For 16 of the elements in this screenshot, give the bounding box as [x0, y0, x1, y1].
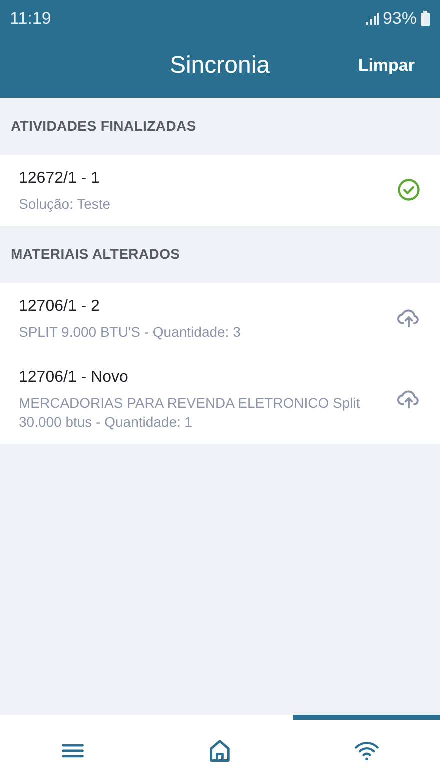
- item-subtitle: SPLIT 9.000 BTU'S - Quantidade: 3: [19, 322, 242, 342]
- check-circle-icon: [396, 177, 422, 204]
- section-title: ATIVIDADES FINALIZADAS: [11, 117, 196, 136]
- signal-icon: [366, 12, 379, 25]
- item-title: 12706/1 - Novo: [19, 368, 130, 388]
- battery-level: 93%: [382, 8, 417, 30]
- item-subtitle: MERCADORIAS PARA REVENDA ELETRONICO Split 30.000 btus - Quantidade: 1: [19, 394, 362, 432]
- clear-button[interactable]: Limpar: [358, 53, 415, 78]
- battery-icon: [421, 11, 430, 26]
- item-title: 12672/1 - 1: [19, 169, 101, 189]
- item-subtitle: Solução: Teste: [19, 195, 112, 214]
- status-time: 11:19: [10, 8, 52, 30]
- section-title: MATERIAIS ALTERADOS: [11, 244, 180, 264]
- home-icon: [207, 738, 233, 764]
- item-title: 12706/1 - 2: [19, 296, 101, 317]
- page-title: Sincronia: [170, 50, 270, 80]
